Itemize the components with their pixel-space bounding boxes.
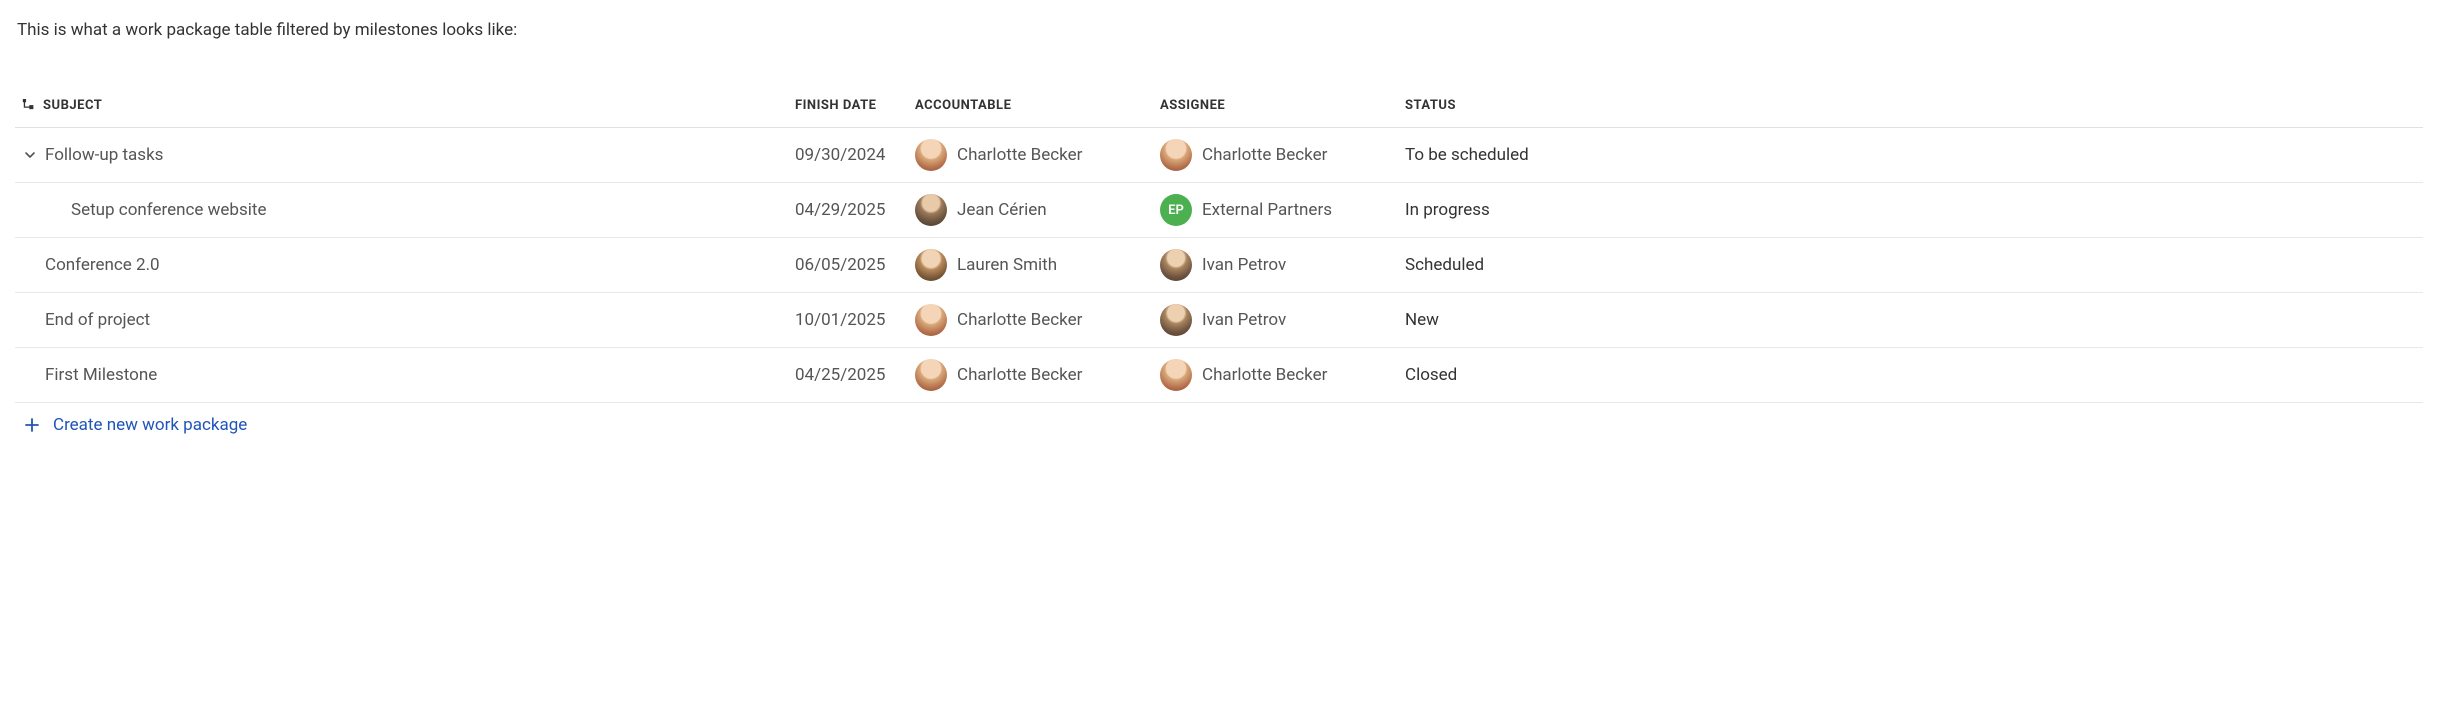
avatar: [1160, 139, 1192, 171]
table-header-row: SUBJECT FINISH DATE ACCOUNTABLE ASSIGNEE…: [15, 90, 2423, 128]
cell-accountable[interactable]: Lauren Smith: [915, 249, 1160, 281]
cell-subject: Follow-up tasks: [15, 145, 795, 165]
column-header-assignee[interactable]: ASSIGNEE: [1160, 98, 1405, 113]
cell-assignee[interactable]: Ivan Petrov: [1160, 249, 1405, 281]
cell-accountable[interactable]: Charlotte Becker: [915, 304, 1160, 336]
accountable-name: Charlotte Becker: [957, 145, 1082, 165]
cell-finish-date: 04/29/2025: [795, 200, 915, 220]
assignee-name: Ivan Petrov: [1202, 255, 1286, 275]
cell-subject: End of project: [15, 310, 795, 330]
cell-status: Closed: [1405, 365, 2423, 385]
table-body: Follow-up tasks 09/30/2024 Charlotte Becke…: [15, 128, 2423, 403]
assignee-name: Charlotte Becker: [1202, 365, 1327, 385]
subject-text[interactable]: First Milestone: [45, 365, 157, 385]
assignee-name: External Partners: [1202, 200, 1332, 220]
create-work-package-button[interactable]: Create new work package: [15, 403, 2423, 443]
avatar: [915, 249, 947, 281]
table-row[interactable]: Setup conference website 04/29/2025 Jean C…: [15, 183, 2423, 238]
column-header-subject[interactable]: SUBJECT: [15, 98, 795, 113]
cell-accountable[interactable]: Charlotte Becker: [915, 139, 1160, 171]
cell-subject: Setup conference website: [15, 200, 795, 220]
avatar: [915, 194, 947, 226]
cell-finish-date: 10/01/2025: [795, 310, 915, 330]
cell-accountable[interactable]: Jean Cérien: [915, 194, 1160, 226]
table-row[interactable]: Follow-up tasks 09/30/2024 Charlotte Becke…: [15, 128, 2423, 183]
hierarchy-icon: [21, 99, 35, 113]
avatar: EP: [1160, 194, 1192, 226]
avatar: [1160, 304, 1192, 336]
intro-text: This is what a work package table filter…: [17, 20, 2423, 40]
column-header-finish-date[interactable]: FINISH DATE: [795, 98, 915, 113]
cell-finish-date: 09/30/2024: [795, 145, 915, 165]
cell-accountable[interactable]: Charlotte Becker: [915, 359, 1160, 391]
subject-text[interactable]: End of project: [45, 310, 150, 330]
cell-finish-date: 06/05/2025: [795, 255, 915, 275]
cell-assignee[interactable]: EP External Partners: [1160, 194, 1405, 226]
cell-status: To be scheduled: [1405, 145, 2423, 165]
subject-text[interactable]: Conference 2.0: [45, 255, 160, 275]
avatar: [915, 359, 947, 391]
avatar: [1160, 249, 1192, 281]
cell-status: In progress: [1405, 200, 2423, 220]
cell-finish-date: 04/25/2025: [795, 365, 915, 385]
subject-text[interactable]: Follow-up tasks: [45, 145, 163, 165]
column-header-subject-label: SUBJECT: [43, 98, 102, 113]
column-header-accountable[interactable]: ACCOUNTABLE: [915, 98, 1160, 113]
column-header-status[interactable]: STATUS: [1405, 98, 2423, 113]
cell-status: New: [1405, 310, 2423, 330]
cell-status: Scheduled: [1405, 255, 2423, 275]
subject-text[interactable]: Setup conference website: [71, 200, 266, 220]
assignee-name: Ivan Petrov: [1202, 310, 1286, 330]
create-work-package-label: Create new work package: [53, 415, 247, 435]
avatar: [915, 304, 947, 336]
accountable-name: Charlotte Becker: [957, 310, 1082, 330]
table-row[interactable]: First Milestone 04/25/2025 Charlotte Becke…: [15, 348, 2423, 403]
accountable-name: Jean Cérien: [957, 200, 1047, 220]
cell-assignee[interactable]: Ivan Petrov: [1160, 304, 1405, 336]
cell-assignee[interactable]: Charlotte Becker: [1160, 359, 1405, 391]
work-package-table: SUBJECT FINISH DATE ACCOUNTABLE ASSIGNEE…: [15, 90, 2423, 443]
avatar: [1160, 359, 1192, 391]
accountable-name: Lauren Smith: [957, 255, 1057, 275]
chevron-down-icon[interactable]: [21, 146, 39, 164]
plus-icon: [23, 416, 41, 434]
table-row[interactable]: End of project 10/01/2025 Charlotte Becker…: [15, 293, 2423, 348]
table-row[interactable]: Conference 2.0 06/05/2025 Lauren Smith Ivan…: [15, 238, 2423, 293]
avatar: [915, 139, 947, 171]
cell-subject: First Milestone: [15, 365, 795, 385]
accountable-name: Charlotte Becker: [957, 365, 1082, 385]
cell-assignee[interactable]: Charlotte Becker: [1160, 139, 1405, 171]
assignee-name: Charlotte Becker: [1202, 145, 1327, 165]
cell-subject: Conference 2.0: [15, 255, 795, 275]
